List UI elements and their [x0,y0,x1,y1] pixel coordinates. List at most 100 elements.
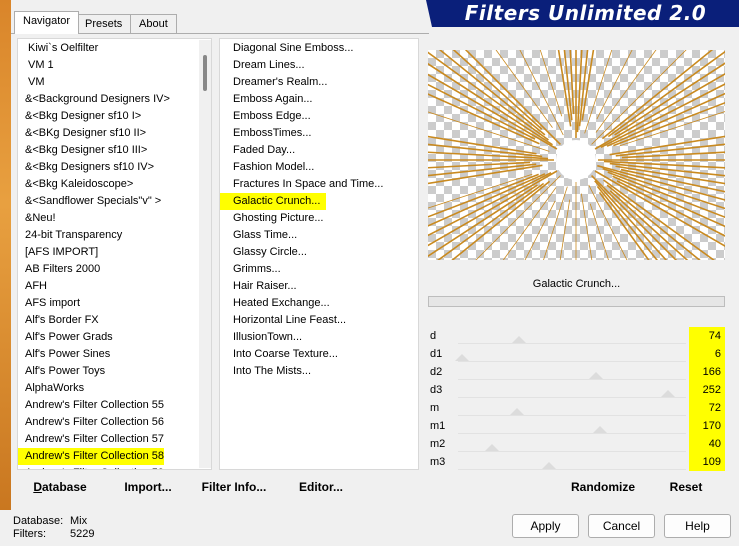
current-filter-name: Galactic Crunch... [532,278,621,290]
category-scroll-thumb[interactable] [203,55,207,91]
category-item[interactable]: &<Bkg Kaleidoscope> [18,176,133,193]
filter-item[interactable]: Dream Lines... [220,57,311,74]
category-item[interactable]: Alf's Power Sines [18,346,110,363]
galactic-crunch-preview [428,50,725,260]
editor-button[interactable]: Editor... [294,478,348,496]
filter-list[interactable]: Diagonal Sine Emboss... Dream Lines... Dre… [219,38,419,470]
slider-thumb[interactable] [484,444,499,451]
category-item[interactable]: [AFS IMPORT] [18,244,98,261]
slider-row-d: d 74 [428,327,726,345]
slider-thumb[interactable] [542,462,557,469]
filter-item[interactable]: Horizontal Line Feast... [220,312,352,329]
ray-line [464,50,562,146]
category-item[interactable]: VM [18,74,45,91]
slider-value[interactable]: 166 [689,363,725,381]
slider-row-m3: m3 109 [428,453,726,471]
slider-row-d3: d3 252 [428,381,726,399]
slider-label: d1 [430,348,443,360]
filter-item[interactable]: Galactic Crunch... [220,193,327,210]
randomize-button[interactable]: Randomize [562,478,644,496]
category-item[interactable]: Andrew's Filter Collection 58 [18,448,165,465]
category-item[interactable]: Kiwi`s Oelfilter [18,40,98,57]
slider-thumb[interactable] [510,408,525,415]
category-item[interactable]: Andrew's Filter Collection 55 [18,397,164,414]
category-item[interactable]: AlphaWorks [18,380,84,397]
category-item[interactable]: 24-bit Transparency [18,227,122,244]
filter-item[interactable]: Emboss Again... [220,91,319,108]
apply-button[interactable]: Apply [512,514,579,538]
slider-track[interactable] [458,469,686,470]
tab-navigator[interactable]: Navigator [14,11,80,34]
ray-line [563,50,573,121]
category-item[interactable]: &<Background Designers IV> [18,91,170,108]
filter-item[interactable]: Hair Raiser... [220,278,303,295]
category-item[interactable]: Alf's Border FX [18,312,99,329]
filter-item[interactable]: Into Coarse Texture... [220,346,344,363]
ray-line [595,50,657,133]
category-item[interactable]: &<Bkg Designers sf10 IV> [18,159,154,176]
category-item[interactable]: &<Bkg Designer sf10 I> [18,108,141,125]
category-item[interactable]: &Neu! [18,210,56,227]
slider-thumb[interactable] [593,426,608,433]
slider-track[interactable] [458,451,686,452]
slider-label: d [430,330,437,342]
category-item[interactable]: &<Bkg Designer sf10 III> [18,142,147,159]
slider-value[interactable]: 72 [689,399,725,417]
filter-item[interactable]: Glassy Circle... [220,244,313,261]
slider-label: d2 [430,366,443,378]
filter-item[interactable]: Grimms... [220,261,287,278]
filter-item[interactable]: Glass Time... [220,227,303,244]
slider-value[interactable]: 74 [689,327,725,345]
slider-thumb[interactable] [660,390,675,397]
category-scrollbar[interactable] [199,40,211,468]
database-button[interactable]: Database [26,478,94,496]
category-item[interactable]: VM 1 [18,57,54,74]
reset-button[interactable]: Reset [662,478,710,496]
slider-value[interactable]: 252 [689,381,725,399]
category-item[interactable]: AFS import [18,295,80,312]
filter-item[interactable]: Emboss Edge... [220,108,317,125]
filter-item[interactable]: Faded Day... [220,142,301,159]
slider-track[interactable] [458,433,686,434]
slider-label: m [430,402,440,414]
slider-row-m2: m2 40 [428,435,726,453]
category-item[interactable]: Andrew's Filter Collection 57 [18,431,164,448]
category-item[interactable]: &<BKg Designer sf10 II> [18,125,146,142]
slider-track[interactable] [458,379,686,380]
filter-item[interactable]: IllusionTown... [220,329,308,346]
slider-track[interactable] [458,343,686,344]
import-button[interactable]: Import... [118,478,178,496]
filter-item[interactable]: Fashion Model... [220,159,320,176]
category-item[interactable]: &<Sandflower Specials"v" > [18,193,161,210]
filter-item[interactable]: EmbossTimes... [220,125,317,142]
slider-value[interactable]: 6 [689,345,725,363]
category-item[interactable]: AB Filters 2000 [18,261,100,278]
category-item[interactable]: Alf's Power Grads [18,329,113,346]
filter-item[interactable]: Ghosting Picture... [220,210,330,227]
category-item[interactable]: Andrew's Filter Collection 56 [18,414,164,431]
slider-track[interactable] [458,361,686,362]
slider-thumb[interactable] [588,372,603,379]
cancel-button[interactable]: Cancel [588,514,655,538]
filter-item[interactable]: Dreamer's Realm... [220,74,333,91]
slider-thumb[interactable] [455,354,470,361]
slider-thumb[interactable] [512,336,527,343]
category-item[interactable]: Andrew's Filter Collection 59 [18,465,164,469]
slider-track[interactable] [458,397,686,398]
filter-item[interactable]: Fractures In Space and Time... [220,176,389,193]
category-item[interactable]: Alf's Power Toys [18,363,105,380]
help-button[interactable]: Help [664,514,731,538]
category-item[interactable]: AFH [18,278,47,295]
slider-track[interactable] [458,415,686,416]
category-list[interactable]: Kiwi`s Oelfilter VM 1 VM &<Background Desig… [17,38,212,470]
tab-about[interactable]: About [130,14,177,33]
filter-info-button[interactable]: Filter Info... [196,478,272,496]
slider-value[interactable]: 170 [689,417,725,435]
tab-presets[interactable]: Presets [76,14,132,33]
filter-item[interactable]: Diagonal Sine Emboss... [220,40,359,57]
slider-value[interactable]: 109 [689,453,725,471]
slider-value[interactable]: 40 [689,435,725,453]
filter-item[interactable]: Into The Mists... [220,363,317,380]
filter-item[interactable]: Heated Exchange... [220,295,336,312]
ray-line [559,199,571,260]
